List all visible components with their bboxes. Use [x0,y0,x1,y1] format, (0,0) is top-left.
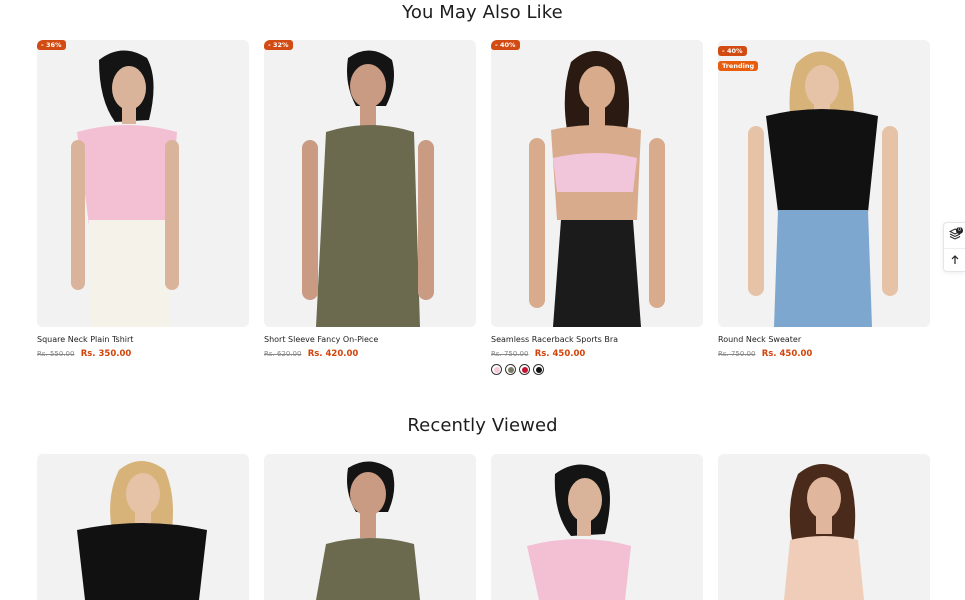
original-price: Rs. 750.00 [718,350,756,358]
product-image[interactable]: - 40% Trending [718,40,930,327]
floating-toolbar: 0 [943,222,965,272]
product-card[interactable]: - 40% Trending Round Neck Sweater Rs. 75… [718,40,930,375]
compare-count-badge: 0 [956,227,963,234]
product-name[interactable]: Square Neck Plain Tshirt [37,335,249,344]
scroll-top-button[interactable] [944,248,965,273]
product-name[interactable]: Short Sleeve Fancy On-Piece [264,335,476,344]
product-card[interactable] [491,454,703,600]
product-image[interactable]: - 32% [264,40,476,327]
product-grid-you-may-also-like: - 36% Square Neck Plain Tshirt Rs. 550.0… [37,40,930,375]
badge-group: - 40% Trending [718,40,759,71]
trending-badge: Trending [718,61,759,71]
swatch-black[interactable] [533,364,544,375]
product-image[interactable] [264,454,476,600]
price-row: Rs. 750.00 Rs. 450.00 [718,349,930,359]
arrow-up-icon [950,252,960,270]
original-price: Rs. 620.00 [264,350,302,358]
section-title-recently-viewed: Recently Viewed [407,415,558,436]
section-title-you-may-also-like: You May Also Like [402,2,563,23]
discount-badge: - 32% [264,40,293,50]
color-swatches [491,364,703,375]
swatch-pink[interactable] [491,364,502,375]
product-image[interactable] [491,454,703,600]
sale-price: Rs. 450.00 [534,349,586,359]
original-price: Rs. 550.00 [37,350,75,358]
product-name[interactable]: Round Neck Sweater [718,335,930,344]
sale-price: Rs. 450.00 [761,349,813,359]
product-card[interactable] [37,454,249,600]
swatch-red[interactable] [519,364,530,375]
sale-price: Rs. 350.00 [80,349,132,359]
discount-badge: - 40% [718,46,747,56]
sale-price: Rs. 420.00 [307,349,359,359]
compare-button[interactable]: 0 [944,223,965,248]
product-image[interactable]: - 36% [37,40,249,327]
product-image[interactable] [37,454,249,600]
product-card[interactable] [264,454,476,600]
product-card[interactable]: - 36% Square Neck Plain Tshirt Rs. 550.0… [37,40,249,375]
product-card[interactable] [718,454,930,600]
discount-badge: - 40% [491,40,520,50]
original-price: Rs. 750.00 [491,350,529,358]
product-name[interactable]: Seamless Racerback Sports Bra [491,335,703,344]
product-image[interactable] [718,454,930,600]
swatch-olive[interactable] [505,364,516,375]
price-row: Rs. 550.00 Rs. 350.00 [37,349,249,359]
product-grid-recently-viewed [37,454,930,600]
product-card[interactable]: - 32% Short Sleeve Fancy On-Piece Rs. 62… [264,40,476,375]
discount-badge: - 36% [37,40,66,50]
price-row: Rs. 620.00 Rs. 420.00 [264,349,476,359]
product-image[interactable]: - 40% [491,40,703,327]
product-card[interactable]: - 40% Seamless Racerback Sports Bra Rs. … [491,40,703,375]
price-row: Rs. 750.00 Rs. 450.00 [491,349,703,359]
